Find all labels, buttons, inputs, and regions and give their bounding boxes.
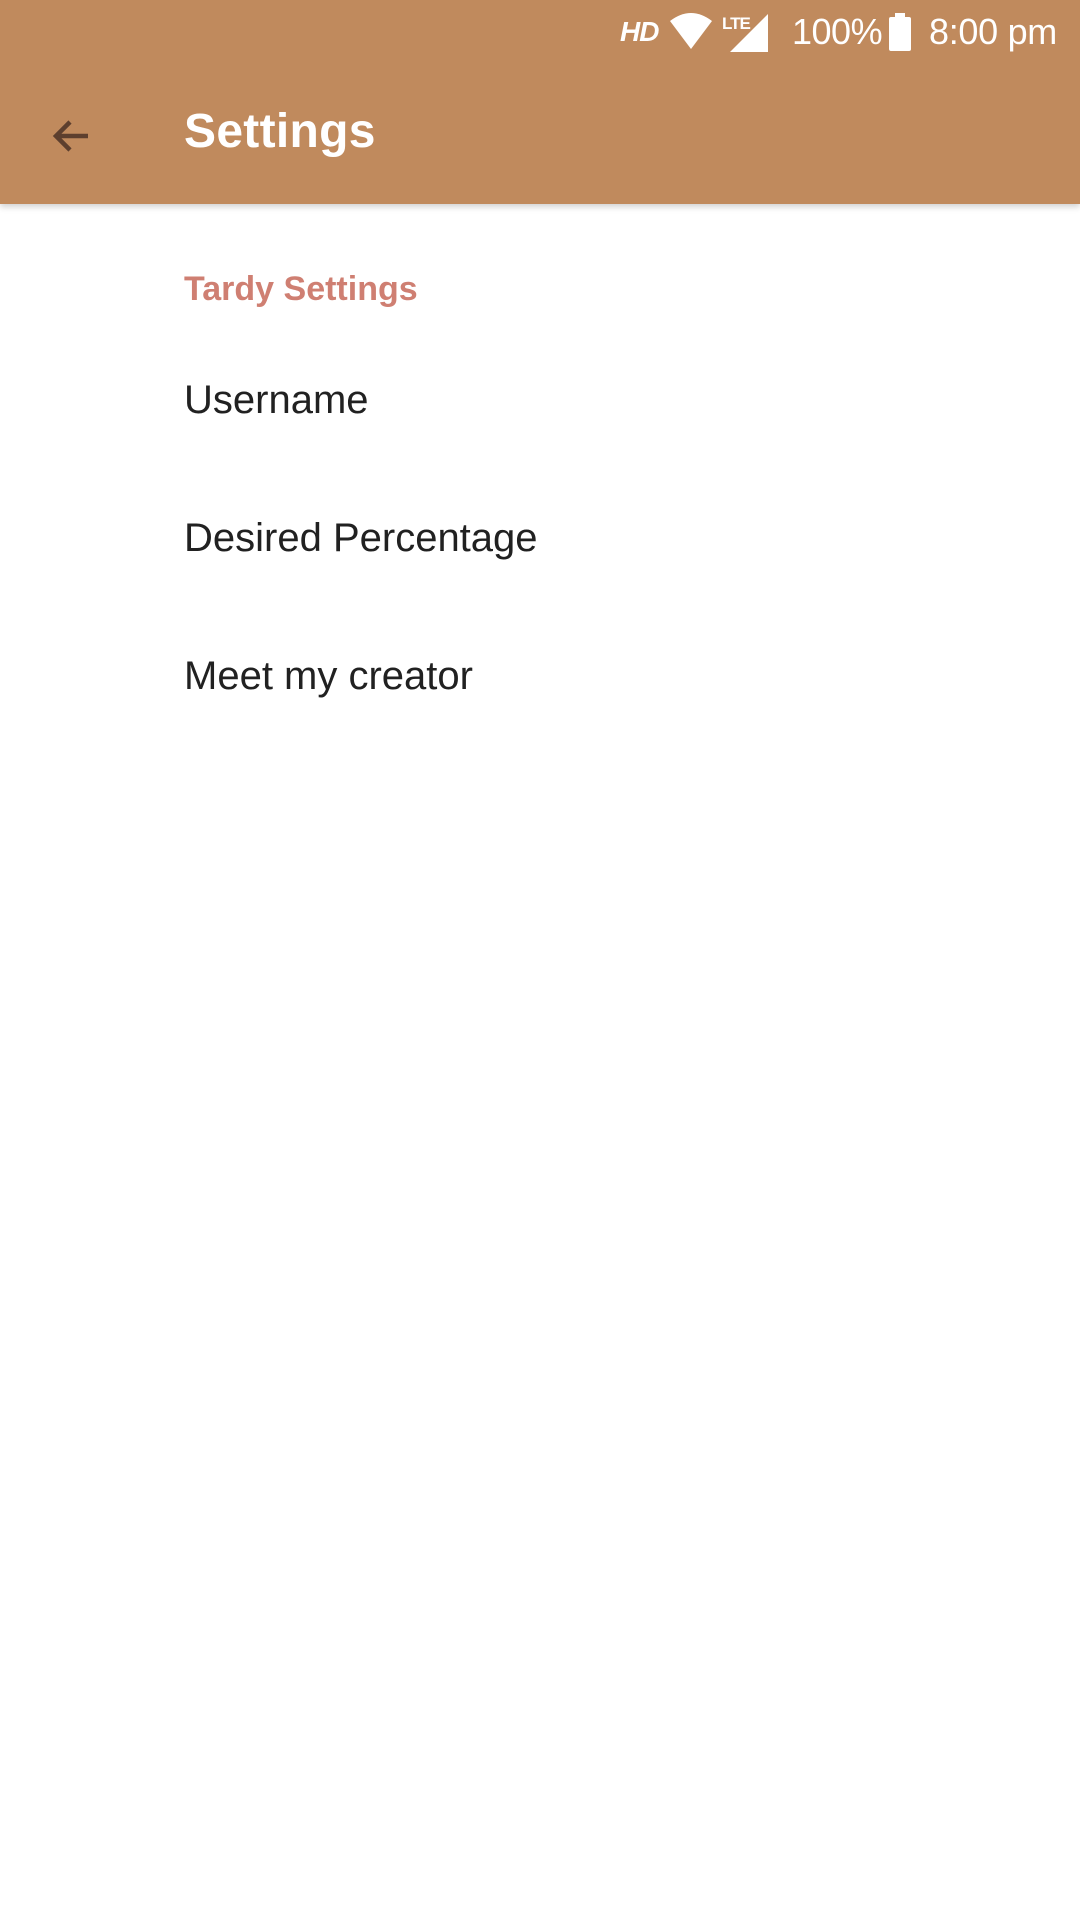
page-title: Settings xyxy=(184,105,376,158)
setting-desired-percentage[interactable]: Desired Percentage xyxy=(0,472,1080,610)
status-bar: HD LTE 100% 8:00 pm xyxy=(0,0,1080,64)
back-button[interactable] xyxy=(30,94,114,178)
hd-label: HD xyxy=(620,16,659,47)
lte-signal-icon: LTE xyxy=(722,8,770,56)
setting-meet-my-creator[interactable]: Meet my creator xyxy=(0,610,1080,748)
arrow-back-icon xyxy=(52,120,88,152)
battery-icon xyxy=(887,8,913,56)
clock: 8:00 pm xyxy=(929,11,1057,52)
lte-label: LTE xyxy=(722,14,751,33)
wifi-icon xyxy=(668,8,714,56)
section-header-tardy-settings: Tardy Settings xyxy=(184,270,418,308)
battery-percentage: 100% xyxy=(792,11,883,52)
setting-label: Username xyxy=(184,378,369,422)
app-bar: HD LTE 100% 8:00 pm Settings xyxy=(0,0,1080,204)
setting-label: Meet my creator xyxy=(184,654,473,698)
setting-label: Desired Percentage xyxy=(184,516,538,560)
setting-username[interactable]: Username xyxy=(0,334,1080,472)
